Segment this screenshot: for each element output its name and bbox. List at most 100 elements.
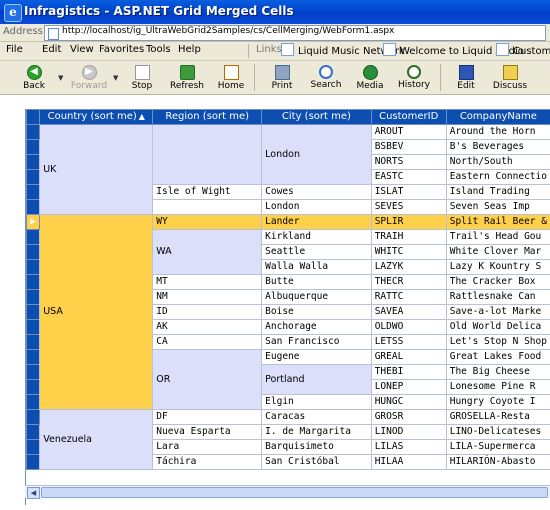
media-button[interactable]: Media — [348, 65, 392, 93]
cell-customer-id[interactable]: HUNGC — [370, 394, 447, 410]
cell-company-name[interactable]: Lonesome Pine R — [445, 379, 550, 395]
header-country[interactable]: Country (sort me) ▲ — [39, 109, 154, 125]
row-selector[interactable] — [26, 439, 41, 455]
forward-dropdown-icon[interactable]: ▼ — [113, 74, 118, 82]
cell-region[interactable]: CA — [152, 334, 263, 350]
cell-company-name[interactable]: Rattlesnake Can — [445, 289, 550, 305]
cell-customer-id[interactable]: LETSS — [370, 334, 447, 350]
cell-company-name[interactable]: LINO-Delicateses — [445, 424, 550, 440]
cell-customer-id[interactable]: ISLAT — [370, 184, 447, 200]
cell-company-name[interactable]: Great Lakes Food — [445, 349, 550, 365]
cell-region[interactable]: NM — [152, 289, 263, 305]
cell-region[interactable]: AK — [152, 319, 263, 335]
cell-city[interactable]: Elgin — [261, 394, 372, 410]
cell-customer-id[interactable]: NORTS — [370, 154, 447, 170]
cell-customer-id[interactable]: GROSR — [370, 409, 447, 425]
cell-city[interactable]: Walla Walla — [261, 259, 372, 275]
row-selector[interactable] — [26, 349, 41, 365]
cell-city[interactable]: Caracas — [261, 409, 372, 425]
cell-country[interactable]: USA — [39, 214, 154, 410]
cell-company-name[interactable]: Let's Stop N Shop — [445, 334, 550, 350]
cell-city[interactable]: Albuquerque — [261, 289, 372, 305]
cell-country[interactable]: Venezuela — [39, 409, 154, 470]
scroll-left-icon[interactable]: ◀ — [27, 487, 40, 499]
row-selector[interactable] — [26, 454, 41, 470]
cell-region[interactable]: Lara — [152, 439, 263, 455]
cell-company-name[interactable]: Around the Horn — [445, 124, 550, 140]
menu-favorites[interactable]: Favorites — [99, 44, 144, 55]
edit-button[interactable]: Edit — [444, 65, 488, 93]
cell-region[interactable]: DF — [152, 409, 263, 425]
table-row-selected[interactable]: ▶ USA WY Lander SPLIR Split Rail Beer & — [26, 214, 550, 410]
row-selector[interactable] — [26, 379, 41, 395]
row-selector[interactable] — [26, 184, 41, 200]
menu-tools[interactable]: Tools — [146, 44, 171, 55]
cell-city[interactable]: San Francisco — [261, 334, 372, 350]
cell-customer-id[interactable]: AROUT — [370, 124, 447, 140]
header-customer-id[interactable]: CustomerID — [370, 109, 447, 125]
cell-customer-id[interactable]: WHITC — [370, 244, 447, 260]
cell-customer-id[interactable]: SAVEA — [370, 304, 447, 320]
row-selector-active[interactable]: ▶ — [26, 214, 41, 230]
cell-customer-id[interactable]: LILAS — [370, 439, 447, 455]
cell-customer-id[interactable]: THEBI — [370, 364, 447, 380]
link-customize[interactable]: Customize — [496, 43, 550, 58]
row-selector[interactable] — [26, 409, 41, 425]
cell-region[interactable] — [152, 199, 263, 215]
cell-city[interactable]: Portland — [261, 364, 372, 395]
cell-region[interactable]: Nueva Esparta — [152, 424, 263, 440]
row-selector[interactable] — [26, 259, 41, 275]
cell-customer-id[interactable]: RATTC — [370, 289, 447, 305]
cell-customer-id[interactable]: GREAL — [370, 349, 447, 365]
row-selector[interactable] — [26, 139, 41, 155]
cell-city[interactable]: London — [261, 124, 372, 185]
cell-company-name[interactable]: Lazy K Kountry S — [445, 259, 550, 275]
history-button[interactable]: History — [392, 65, 436, 93]
print-button[interactable]: Print — [260, 65, 304, 93]
cell-company-name[interactable]: Seven Seas Imp — [445, 199, 550, 215]
cell-company-name[interactable]: Split Rail Beer & — [445, 214, 550, 230]
row-selector[interactable] — [26, 124, 41, 140]
header-company-name[interactable]: CompanyName — [445, 109, 550, 125]
cell-city[interactable]: Boise — [261, 304, 372, 320]
cell-customer-id[interactable]: TRAIH — [370, 229, 447, 245]
cell-city[interactable]: Cowes — [261, 184, 372, 200]
address-url[interactable]: http://localhost/ig_UltraWebGrid2Samples… — [62, 26, 394, 36]
row-selector[interactable] — [26, 304, 41, 320]
cell-city[interactable]: Lander — [261, 214, 372, 230]
row-selector[interactable] — [26, 154, 41, 170]
row-selector[interactable] — [26, 244, 41, 260]
cell-city[interactable]: Kirkland — [261, 229, 372, 245]
row-selector[interactable] — [26, 394, 41, 410]
row-selector[interactable] — [26, 424, 41, 440]
header-region[interactable]: Region (sort me) — [152, 109, 263, 125]
cell-company-name[interactable]: HILARIÓN-Abasto — [445, 454, 550, 470]
cell-city[interactable]: Barquisimeto — [261, 439, 372, 455]
cell-city[interactable]: Anchorage — [261, 319, 372, 335]
row-selector[interactable] — [26, 229, 41, 245]
cell-company-name[interactable]: Old World Delica — [445, 319, 550, 335]
row-selector[interactable] — [26, 199, 41, 215]
cell-region[interactable]: WY — [152, 214, 263, 230]
row-selector[interactable] — [26, 334, 41, 350]
cell-city[interactable]: London — [261, 199, 372, 215]
cell-city[interactable]: Eugene — [261, 349, 372, 365]
menu-view[interactable]: View — [70, 44, 94, 55]
row-selector[interactable] — [26, 289, 41, 305]
cell-region[interactable]: Táchira — [152, 454, 263, 470]
back-button[interactable]: ◀ Back — [12, 65, 56, 93]
cell-company-name[interactable]: Island Trading — [445, 184, 550, 200]
discuss-button[interactable]: Discuss — [488, 65, 532, 93]
cell-customer-id[interactable]: SPLIR — [370, 214, 447, 230]
row-selector[interactable] — [26, 169, 41, 185]
scrollbar-thumb[interactable] — [41, 487, 548, 498]
cell-region[interactable]: WA — [152, 229, 263, 275]
cell-city[interactable]: San Cristóbal — [261, 454, 372, 470]
cell-customer-id[interactable]: THECR — [370, 274, 447, 290]
search-button[interactable]: Search — [304, 65, 348, 93]
cell-region[interactable]: Isle of Wight — [152, 184, 263, 200]
cell-company-name[interactable]: The Big Cheese — [445, 364, 550, 380]
cell-company-name[interactable]: Hungry Coyote I — [445, 394, 550, 410]
row-selector[interactable] — [26, 364, 41, 380]
cell-region[interactable] — [152, 124, 263, 185]
